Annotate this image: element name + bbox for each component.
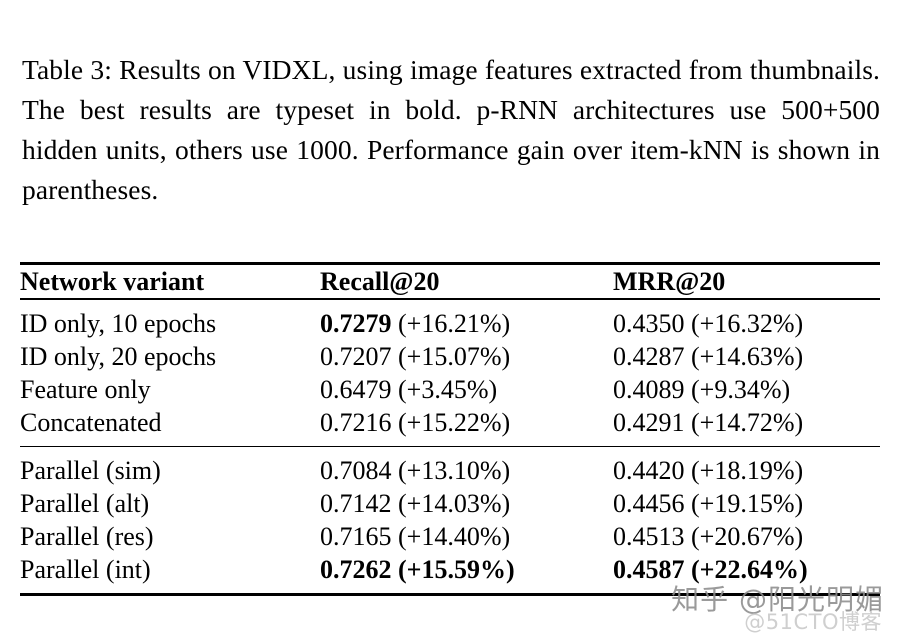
table-group-2: Parallel (sim) 0.7084 (+13.10%) 0.4420 (+1… [20,447,880,593]
cell-mrr-gain: (+9.34%) [691,374,791,404]
cell-mrr: 0.4350 (+16.32%) [613,300,880,340]
table-body-group-1: ID only, 10 epochs 0.7279 (+16.21%) 0.4350… [20,300,880,446]
cell-recall-value: 0.6479 [320,374,392,404]
cell-recall-gain: (+3.45%) [398,374,498,404]
cell-mrr-gain: (+14.63%) [691,341,804,371]
cell-mrr: 0.4513 (+20.67%) [613,520,880,553]
cell-recall-gain: (+15.59%) [398,555,515,585]
cell-recall-gain: (+15.07%) [398,341,511,371]
table-row: Parallel (int) 0.7262 (+15.59%) 0.4587 (+2… [20,553,880,593]
cell-recall-value: 0.7207 [320,341,392,371]
cell-mrr-value: 0.4420 [613,456,685,486]
cell-recall-value: 0.7216 [320,407,392,437]
column-header-network-variant: Network variant [20,267,205,296]
header-row: Network variant Recall@20 MRR@20 [20,265,880,298]
51cto-watermark: @51CTO博客 [744,610,882,634]
cell-recall-gain: (+14.03%) [398,489,511,519]
table-header: Network variant Recall@20 MRR@20 [20,265,880,298]
cell-network-variant: Feature only [20,374,151,404]
cell-recall: 0.7216 (+15.22%) [320,406,613,446]
cell-recall: 0.7084 (+13.10%) [320,447,613,487]
cell-mrr-value: 0.4350 [613,308,685,338]
cell-network-variant: Parallel (res) [20,522,154,552]
cell-network-variant: Parallel (int) [20,555,151,585]
cell-recall: 0.7262 (+15.59%) [320,553,613,593]
cell-recall-value: 0.7142 [320,489,392,519]
cell-mrr-value: 0.4287 [613,341,685,371]
cell-network-variant: Parallel (sim) [20,456,161,486]
cell-recall-value: 0.7165 [320,522,392,552]
table-body-group-2: Parallel (sim) 0.7084 (+13.10%) 0.4420 (+1… [20,447,880,593]
cell-recall-value: 0.7262 [320,555,392,585]
cell-recall-gain: (+14.40%) [398,522,511,552]
cell-recall-gain: (+15.22%) [398,407,511,437]
table-caption: Table 3: Results on VIDXL, using image f… [22,53,880,205]
cell-mrr-gain: (+22.64%) [691,555,808,585]
cell-mrr: 0.4456 (+19.15%) [613,487,880,520]
column-header-mrr: MRR@20 [613,267,726,296]
cell-recall-value: 0.7084 [320,456,392,486]
table-row: Parallel (alt) 0.7142 (+14.03%) 0.4456 (+1… [20,487,880,520]
cell-recall: 0.7142 (+14.03%) [320,487,613,520]
cell-mrr-value: 0.4587 [613,555,685,585]
cell-recall: 0.6479 (+3.45%) [320,373,613,406]
cell-recall: 0.7207 (+15.07%) [320,340,613,373]
table-row: Feature only 0.6479 (+3.45%) 0.4089 (+9.34… [20,373,880,406]
cell-mrr-gain: (+16.32%) [691,308,804,338]
cell-mrr-value: 0.4513 [613,522,685,552]
cell-network-variant: ID only, 10 epochs [20,308,217,338]
cell-mrr-gain: (+19.15%) [691,489,804,519]
table-group-1: ID only, 10 epochs 0.7279 (+16.21%) 0.4350… [20,300,880,446]
results-table-grid: Network variant Recall@20 MRR@20 [20,265,880,298]
table-row: Parallel (sim) 0.7084 (+13.10%) 0.4420 (+1… [20,447,880,487]
cell-recall-gain: (+13.10%) [398,456,511,486]
cell-recall: 0.7165 (+14.40%) [320,520,613,553]
cell-mrr: 0.4587 (+22.64%) [613,553,880,593]
column-header-recall: Recall@20 [320,267,440,296]
cell-mrr-gain: (+14.72%) [691,407,804,437]
cell-mrr: 0.4291 (+14.72%) [613,406,880,446]
cell-recall-gain: (+16.21%) [398,308,511,338]
cell-mrr: 0.4420 (+18.19%) [613,447,880,487]
cell-mrr-value: 0.4089 [613,374,685,404]
cell-recall-value: 0.7279 [320,308,392,338]
cell-mrr-value: 0.4456 [613,489,685,519]
results-table: Network variant Recall@20 MRR@20 ID only… [20,262,880,597]
table-row: ID only, 20 epochs 0.7207 (+15.07%) 0.4287… [20,340,880,373]
table-bottom-rule [20,593,880,597]
cell-mrr-gain: (+18.19%) [691,456,804,486]
cell-mrr: 0.4089 (+9.34%) [613,373,880,406]
cell-mrr: 0.4287 (+14.63%) [613,340,880,373]
cell-network-variant: ID only, 20 epochs [20,341,217,371]
cell-mrr-gain: (+20.67%) [691,522,804,552]
table-row: ID only, 10 epochs 0.7279 (+16.21%) 0.4350… [20,300,880,340]
table-row: Concatenated 0.7216 (+15.22%) 0.4291 (+14.… [20,406,880,446]
cell-network-variant: Parallel (alt) [20,489,150,519]
cell-network-variant: Concatenated [20,407,162,437]
cell-mrr-value: 0.4291 [613,407,685,437]
cell-recall: 0.7279 (+16.21%) [320,300,613,340]
table-row: Parallel (res) 0.7165 (+14.40%) 0.4513 (+2… [20,520,880,553]
